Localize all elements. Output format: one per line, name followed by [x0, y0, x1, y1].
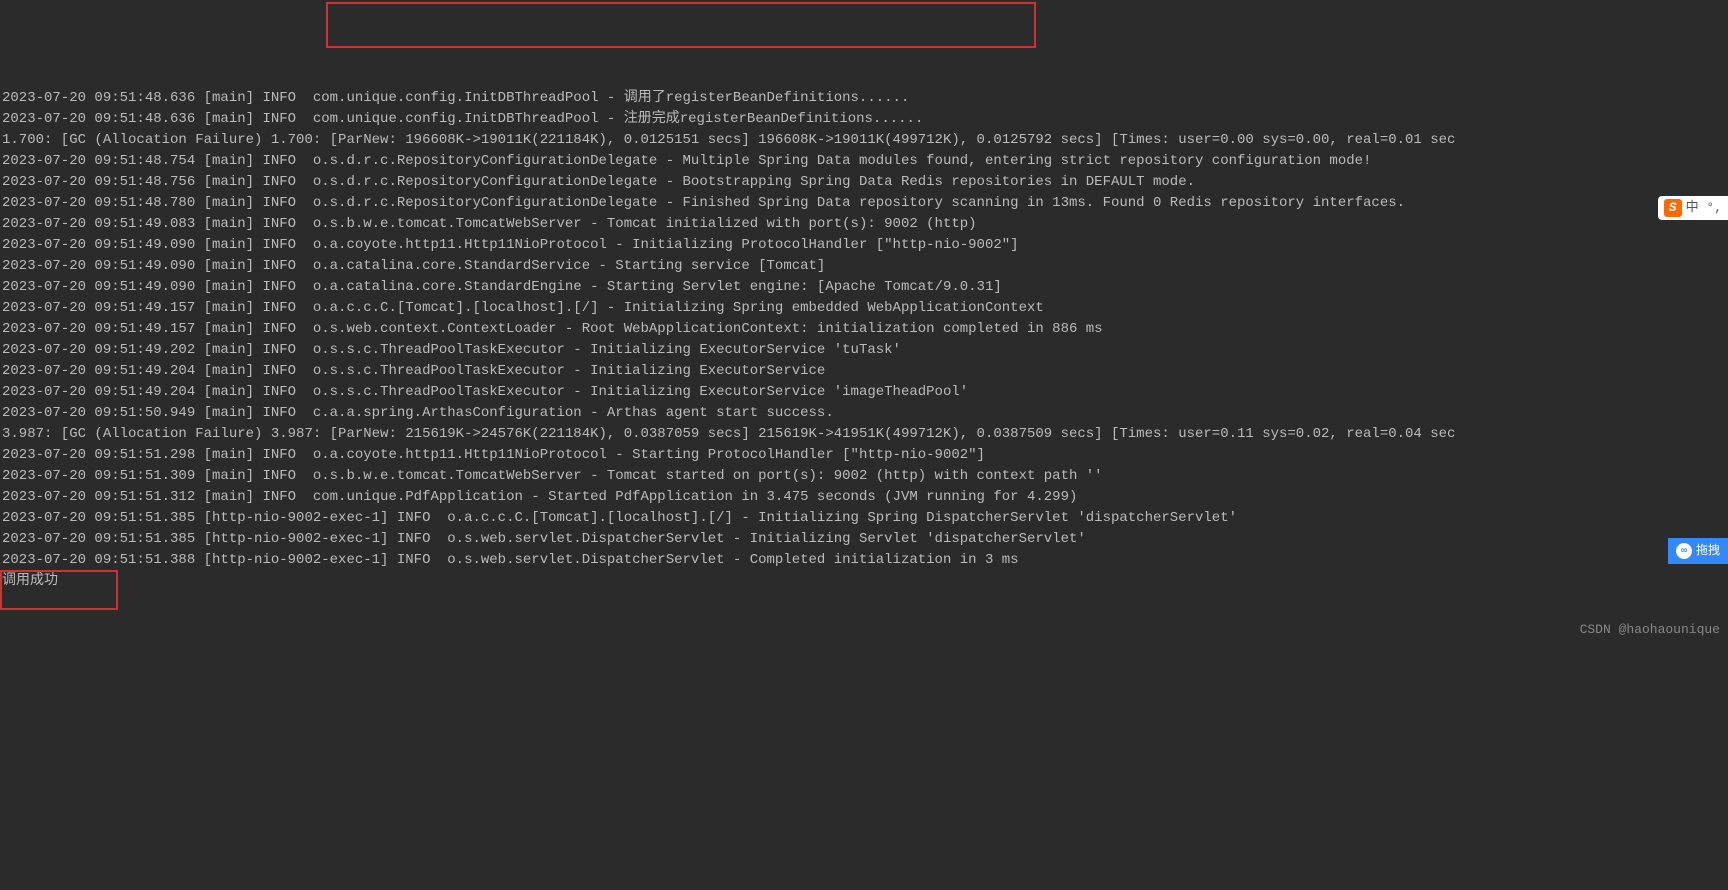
log-line: 2023-07-20 09:51:48.780 [main] INFO o.s.…	[2, 193, 1726, 214]
console-log[interactable]: 2023-07-20 09:51:48.636 [main] INFO com.…	[0, 84, 1728, 596]
log-line: 2023-07-20 09:51:48.636 [main] INFO com.…	[2, 88, 1726, 109]
log-line: 3.987: [GC (Allocation Failure) 3.987: […	[2, 424, 1726, 445]
baidu-indicator[interactable]: ∞ 拖拽	[1668, 538, 1728, 564]
baidu-icon: ∞	[1676, 543, 1692, 559]
highlight-box-top	[326, 2, 1036, 48]
log-line: 2023-07-20 09:51:51.298 [main] INFO o.a.…	[2, 445, 1726, 466]
watermark-text: CSDN @haohaounique	[1580, 620, 1720, 640]
log-line: 2023-07-20 09:51:51.309 [main] INFO o.s.…	[2, 466, 1726, 487]
log-line: 2023-07-20 09:51:49.204 [main] INFO o.s.…	[2, 382, 1726, 403]
log-line: 2023-07-20 09:51:48.754 [main] INFO o.s.…	[2, 151, 1726, 172]
baidu-text: 拖拽	[1696, 542, 1720, 560]
log-line: 2023-07-20 09:51:49.083 [main] INFO o.s.…	[2, 214, 1726, 235]
log-line: 2023-07-20 09:51:49.090 [main] INFO o.a.…	[2, 256, 1726, 277]
log-line: 2023-07-20 09:51:51.385 [http-nio-9002-e…	[2, 508, 1726, 529]
log-line: 调用成功	[2, 571, 1726, 592]
log-line: 2023-07-20 09:51:49.202 [main] INFO o.s.…	[2, 340, 1726, 361]
log-line: 2023-07-20 09:51:49.090 [main] INFO o.a.…	[2, 277, 1726, 298]
log-line: 2023-07-20 09:51:51.388 [http-nio-9002-e…	[2, 550, 1726, 571]
sogou-icon: S	[1664, 199, 1682, 217]
log-line: 1.700: [GC (Allocation Failure) 1.700: […	[2, 130, 1726, 151]
log-line: 2023-07-20 09:51:48.636 [main] INFO com.…	[2, 109, 1726, 130]
log-line: 2023-07-20 09:51:49.157 [main] INFO o.s.…	[2, 319, 1726, 340]
log-line: 2023-07-20 09:51:49.157 [main] INFO o.a.…	[2, 298, 1726, 319]
log-line: 2023-07-20 09:51:50.949 [main] INFO c.a.…	[2, 403, 1726, 424]
log-line: 2023-07-20 09:51:51.385 [http-nio-9002-e…	[2, 529, 1726, 550]
ime-indicator[interactable]: S 中 °,	[1658, 196, 1728, 220]
ime-text: 中 °,	[1686, 198, 1722, 218]
log-line: 2023-07-20 09:51:49.204 [main] INFO o.s.…	[2, 361, 1726, 382]
log-line: 2023-07-20 09:51:48.756 [main] INFO o.s.…	[2, 172, 1726, 193]
log-line: 2023-07-20 09:51:51.312 [main] INFO com.…	[2, 487, 1726, 508]
log-line: 2023-07-20 09:51:49.090 [main] INFO o.a.…	[2, 235, 1726, 256]
